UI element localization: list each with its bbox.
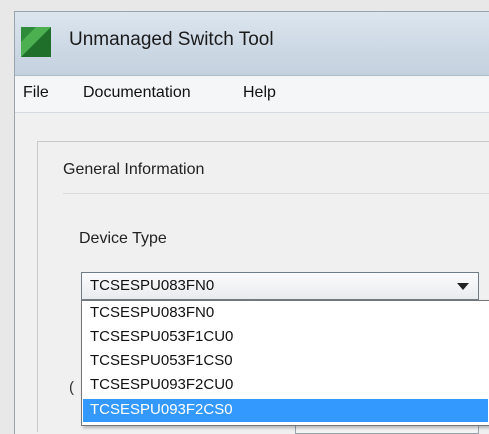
group-divider bbox=[63, 193, 489, 194]
menu-bar: File Documentation Help bbox=[15, 76, 489, 113]
device-type-select[interactable]: TCSESPU083FN0 bbox=[81, 272, 479, 300]
chevron-down-icon[interactable] bbox=[457, 283, 469, 290]
menu-documentation[interactable]: Documentation bbox=[83, 84, 191, 102]
window-title: Unmanaged Switch Tool bbox=[69, 29, 274, 50]
device-type-label: Device Type bbox=[79, 230, 167, 247]
title-bar[interactable]: Unmanaged Switch Tool bbox=[15, 12, 489, 76]
app-window: Unmanaged Switch Tool File Documentation… bbox=[14, 11, 489, 434]
group-title-general-information: General Information bbox=[63, 161, 205, 178]
app-logo-icon bbox=[21, 27, 51, 57]
device-type-dropdown-list: TCSESPU083FN0 TCSESPU053F1CU0 TCSESPU053… bbox=[81, 300, 489, 426]
menu-help[interactable]: Help bbox=[243, 84, 276, 102]
menu-file[interactable]: File bbox=[23, 84, 49, 102]
main-panel: General Information Device Type TCSESPU0… bbox=[15, 113, 489, 434]
dropdown-option[interactable]: TCSESPU053F1CU0 bbox=[83, 326, 488, 349]
dropdown-option[interactable]: TCSESPU083FN0 bbox=[83, 302, 488, 325]
dropdown-option-highlighted[interactable]: TCSESPU093F2CS0 bbox=[83, 399, 488, 422]
partially-hidden-label: ( bbox=[69, 379, 74, 396]
device-type-selected-value: TCSESPU083FN0 bbox=[90, 277, 215, 294]
dropdown-option[interactable]: TCSESPU093F2CU0 bbox=[83, 374, 488, 397]
dropdown-option[interactable]: TCSESPU053F1CS0 bbox=[83, 350, 488, 373]
